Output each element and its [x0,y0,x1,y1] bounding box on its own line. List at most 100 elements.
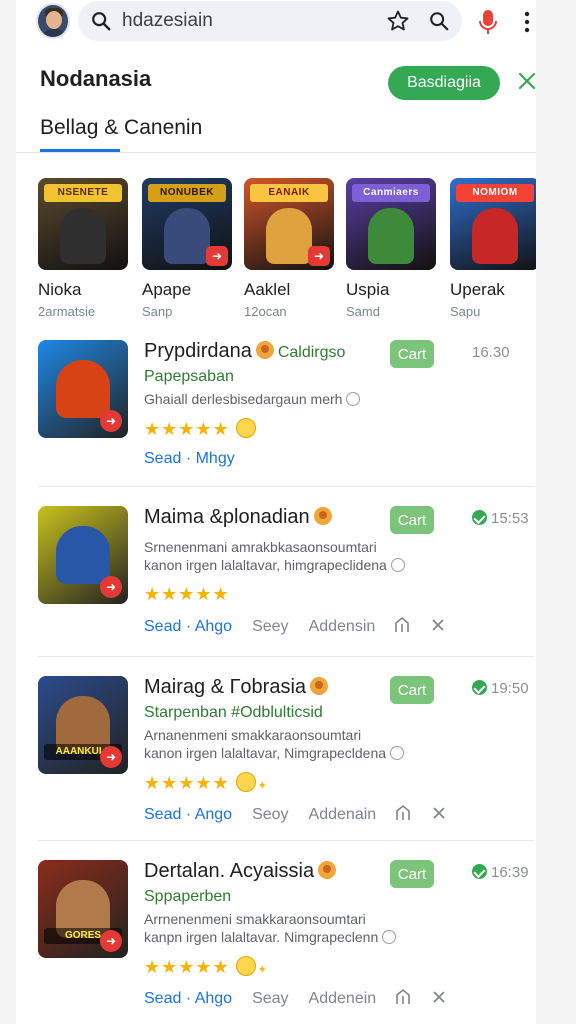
app-icon[interactable]: GORES ➜ [38,860,128,958]
cart-button[interactable]: Cart [390,506,434,534]
cart-button[interactable]: Cart [390,676,434,704]
item-subtitle: Starpenban #Odblulticsid [144,704,323,721]
timestamp-text: 15:53 [491,510,529,527]
search-input[interactable] [122,7,382,35]
item-link[interactable]: Sead · Ahgo [144,990,232,1007]
microphone-icon[interactable] [478,9,498,35]
timestamp: 16.30 [472,344,510,361]
game-artwork[interactable]: NOMIOM [450,178,540,270]
close-icon[interactable] [516,70,538,92]
play-badge-icon: ➜ [308,246,330,266]
dismiss-icon[interactable] [429,616,447,634]
play-badge-icon: ➜ [100,410,122,432]
item-link[interactable]: Sead · Mhgy [144,450,235,467]
divider [16,152,556,153]
search-icon[interactable] [428,10,450,32]
description-line: Ghaiall derlesbisedargaun merh [144,390,434,408]
game-logo: NOMIOM [456,184,534,202]
verified-check-icon [472,680,487,695]
avatar[interactable] [36,3,70,39]
item-title-text: Maima &plonadian [144,506,310,528]
divider [38,486,534,487]
star-rating: ★★★★★ [144,584,230,604]
search-icon[interactable] [90,10,112,32]
timestamp: 15:53 [472,510,529,527]
tile-subtitle: 12ocan [244,304,287,319]
tile-name: Aaklel [244,280,291,299]
play-badge-icon: ➜ [206,246,228,266]
cart-button[interactable]: Cart [390,860,434,888]
divider [38,656,534,657]
sparkle-icon: ✦ [257,964,268,976]
info-circle-icon[interactable] [390,746,405,760]
tile-name: Nioka [38,280,82,299]
item-actions: Sead · Ahgo Seay Addenein [144,988,448,1008]
timestamp: 19:50 [472,680,529,697]
tile-subtitle: Sapu [450,304,481,319]
item-link[interactable]: Sead · Ango [144,806,232,823]
carousel-tile[interactable]: EANAIK ➜ Aaklel 12ocan [244,178,334,319]
dismiss-icon[interactable] [430,988,448,1006]
cart-button[interactable]: Cart [390,340,434,368]
app-icon[interactable]: AAANKUL5 ➜ [38,676,128,774]
dismiss-icon[interactable] [430,804,448,822]
description-line: kanon irgen lalaltavar, himgrapeclidena [144,556,434,574]
item-tag: Caldirgso [277,344,346,361]
secondary-action[interactable]: Seoy [252,806,288,823]
carousel-tile[interactable]: NOMIOM Uperak Sapu [450,178,540,319]
rating-stars: ★★★★★ [144,418,256,440]
tab-active[interactable]: Bellag & Canenin [40,116,202,140]
item-title: Maima &plonadian [144,506,332,529]
tertiary-action[interactable]: Addenain [309,806,377,823]
tertiary-action[interactable]: Addensin [309,618,376,635]
secondary-action[interactable]: Seay [252,990,288,1007]
description-line: kanpn irgen lalaltavar. Nimgrapeclenn [144,928,434,946]
item-link[interactable]: Sead · Ahgo [144,618,232,635]
game-artwork[interactable]: NSENETE [38,178,128,270]
item-actions: Sead · Mhgy [144,450,235,468]
game-logo: NONUBEK [148,184,226,202]
tile-name: Apape [142,280,192,299]
bookmark-icon[interactable] [394,988,412,1006]
more-options-icon[interactable] [518,10,536,34]
item-title-text: Mairag & Гobrasia [144,676,307,698]
emoji-icon [235,418,256,438]
item-title-text: Dertalan. Acyaissia [144,860,315,882]
info-circle-icon[interactable] [346,392,361,406]
item-title: Prypdirdana Caldirgso [144,340,345,363]
app-icon[interactable]: ➜ [38,340,128,438]
carousel-tile[interactable]: NSENETE Nioka 2armatsie [38,178,128,319]
timestamp: 16:39 [472,864,529,881]
award-icon [318,861,337,879]
description-line: Srnenenmani amrakbkasaonsoumtari [144,539,377,555]
game-artwork[interactable]: EANAIK ➜ [244,178,334,270]
page-title: Nodanasia [40,66,152,91]
info-circle-icon[interactable] [382,930,397,944]
top-bar [16,0,556,46]
bookmark-icon[interactable] [394,804,412,822]
tertiary-action[interactable]: Addenein [309,990,377,1007]
carousel-tile[interactable]: Canmiaers Uspia Samd [346,178,436,319]
item-title: Dertalan. Acyaissia [144,860,337,883]
info-circle-icon[interactable] [390,558,405,572]
award-icon [313,507,332,525]
secondary-action[interactable]: Seey [252,618,288,635]
game-artwork[interactable]: Canmiaers [346,178,436,270]
app-icon[interactable]: ➜ [38,506,128,604]
star-rating: ★★★★★ [144,957,230,977]
timestamp-text: 16.30 [472,344,510,361]
game-logo: NSENETE [44,184,122,202]
item-subtitle: Sppaperben [144,888,232,905]
search-bar [78,1,462,41]
game-logo: EANAIK [250,184,328,202]
rating-stars: ★★★★★ [144,584,230,605]
star-icon[interactable] [386,9,410,33]
bookmark-icon[interactable] [393,616,411,634]
carousel-tile[interactable]: NONUBEK ➜ Apape Sanp [142,178,232,319]
tile-subtitle: Samd [346,304,380,319]
item-subtitle: Papepsaban [144,368,234,385]
header-action-button[interactable]: Basdiagiia [388,66,500,100]
description-line: Arrnenenmeni smakkaraonsoumtari [144,911,366,927]
app-screen: Nodanasia Basdiagiia Bellag & Canenin NS… [16,0,556,1024]
game-artwork[interactable]: NONUBEK ➜ [142,178,232,270]
